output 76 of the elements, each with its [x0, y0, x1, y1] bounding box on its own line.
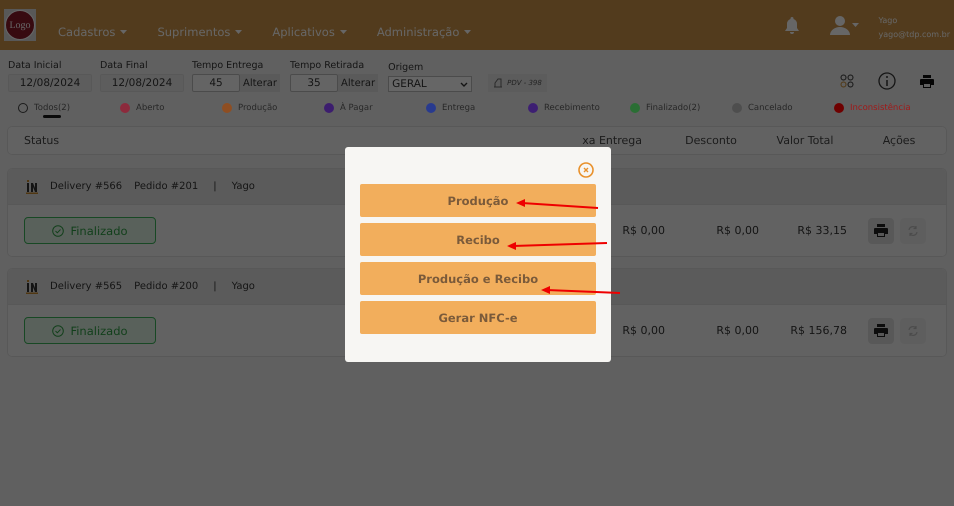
caret-icon: [340, 30, 347, 34]
dialog-option-button[interactable]: Recibo: [360, 223, 596, 256]
close-button[interactable]: [578, 162, 594, 178]
field-label: Tempo Entrega: [192, 60, 264, 71]
dialog-option-button[interactable]: Produção e Recibo: [360, 262, 596, 295]
print-icon: [874, 224, 888, 237]
user-email: yago@tdp.com.br: [878, 30, 950, 38]
check-icon: [52, 224, 64, 236]
order-number: Pedido #201: [134, 181, 198, 192]
column-header: xa Entrega: [581, 134, 643, 147]
column-header: Status: [23, 134, 60, 147]
status-badge: Finalizado: [24, 217, 156, 244]
radio-icon: [18, 103, 28, 113]
table-cell-text: R$ 0,00: [621, 324, 665, 337]
print-icon: [920, 74, 934, 88]
logo[interactable]: Logo: [4, 9, 36, 41]
table-cell-text: R$ 0,00: [715, 224, 759, 237]
separator-text: |: [213, 281, 217, 292]
nav-menu[interactable]: Administração: [376, 25, 472, 39]
check-icon: [52, 324, 64, 336]
date-field[interactable]: 12/08/2024: [8, 74, 92, 92]
caret-icon: [120, 30, 128, 34]
status-filter[interactable]: Inconsistência: [834, 103, 936, 119]
user-icon[interactable]: [830, 15, 850, 35]
status-filter[interactable]: Entrega: [426, 103, 528, 119]
user-name: Yago: [878, 16, 898, 24]
table-cell-text: R$ 33,15: [796, 224, 847, 237]
date-field[interactable]: 12/08/2024: [100, 74, 184, 92]
dialog-option-button[interactable]: Gerar NFC-e: [360, 301, 596, 334]
status-filter[interactable]: À Pagar: [324, 103, 426, 119]
caret-icon: [235, 30, 242, 34]
change-button[interactable]: Alterar: [240, 74, 280, 92]
origin-select[interactable]: GERAL: [388, 76, 472, 92]
table-cell-text: R$ 0,00: [621, 224, 665, 237]
nav-menu[interactable]: Aplicativos: [272, 25, 347, 39]
print-icon: [874, 324, 888, 337]
table-cell-text: R$ 156,78: [789, 324, 847, 337]
column-header: Valor Total: [776, 134, 834, 147]
receipt-icon: [493, 78, 504, 88]
table-cell-text: R$ 0,00: [715, 324, 759, 337]
nav-menu[interactable]: Cadastros: [58, 25, 128, 39]
bell-icon[interactable]: [784, 16, 800, 34]
status-badge: Finalizado: [24, 317, 156, 344]
print-button[interactable]: [868, 318, 894, 344]
chevron-icon: [460, 82, 468, 86]
field-label: Data Inicial: [8, 60, 62, 71]
status-filter[interactable]: Produção: [222, 103, 324, 119]
status-filter[interactable]: Cancelado: [732, 103, 834, 119]
status-filter[interactable]: Aberto: [120, 103, 222, 119]
field-label: Tempo Retirada: [290, 60, 366, 71]
close-icon: [578, 162, 594, 178]
separator-text: |: [213, 181, 217, 192]
column-header: Ações: [882, 134, 916, 147]
status-filter[interactable]: Recebimento: [528, 103, 630, 119]
customer-name: Yago: [232, 281, 255, 292]
brand-icon: [26, 280, 38, 294]
field-label: Origem: [388, 62, 424, 73]
field-label: Data Final: [100, 60, 149, 71]
status-filter[interactable]: Todos(2): [18, 103, 120, 119]
info-icon[interactable]: [878, 72, 896, 90]
customer-name: Yago: [232, 181, 255, 192]
dialog-option-button[interactable]: Produção: [360, 184, 596, 217]
delivery-number: Delivery #566: [50, 181, 122, 192]
delivery-number: Delivery #565: [50, 281, 122, 292]
change-button[interactable]: Alterar: [338, 74, 378, 92]
print-button[interactable]: [868, 218, 894, 244]
nav-menu[interactable]: Suprimentos: [157, 25, 242, 39]
time-field[interactable]: 45: [192, 74, 240, 92]
order-number: Pedido #200: [134, 281, 198, 292]
caret-icon: [852, 23, 859, 27]
brand-icon: [26, 180, 38, 194]
caret-icon: [464, 30, 472, 34]
status-filter[interactable]: Finalizado(2): [630, 103, 732, 119]
column-header: Desconto: [684, 134, 738, 147]
time-field[interactable]: 35: [290, 74, 338, 92]
grid-icon[interactable]: [840, 74, 854, 88]
